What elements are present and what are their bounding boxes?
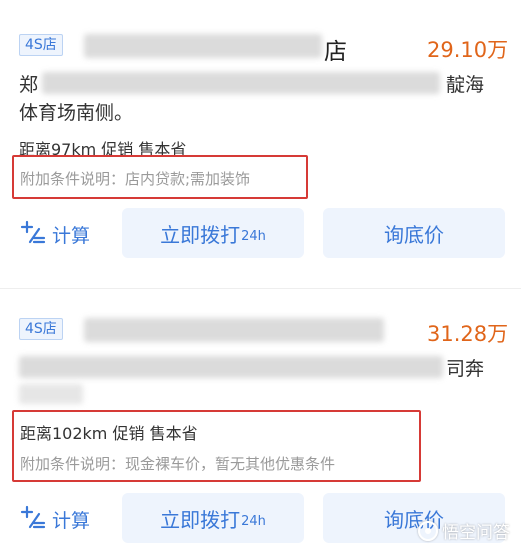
call-now-label: 立即拨打 (160, 222, 241, 247)
price: 31.28万 (427, 322, 509, 346)
plus-minus-icon (20, 505, 46, 534)
distance-promo-info: 距离102km 促销 售本省 (20, 424, 198, 443)
price: 29.10万 (427, 38, 509, 62)
call-hours-label: 24h (241, 513, 266, 529)
call-now-button[interactable]: 立即拨打 24h (122, 208, 304, 258)
dealer-name-redacted (84, 318, 384, 342)
listing-divider (0, 288, 521, 289)
plus-minus-icon (20, 220, 46, 249)
address-end: 司奔 (446, 358, 485, 380)
dealer-type-badge: 4S店 (19, 34, 63, 56)
inquiry-price-label: 询底价 (384, 222, 444, 247)
call-now-button[interactable]: 立即拨打 24h (122, 493, 304, 543)
address-end: 靛海 (446, 74, 485, 96)
calculate-button[interactable]: 计算 (20, 220, 90, 249)
address-line-2-redacted (19, 384, 83, 404)
condition-note: 附加条件说明：店内贷款;需加装饰 (20, 170, 251, 188)
condition-note: 附加条件说明：现金裸车价，暂无其他优惠条件 (20, 455, 336, 473)
address-redacted (42, 72, 440, 94)
inquiry-price-button[interactable]: 询底价 (323, 208, 505, 258)
calculate-label: 计算 (52, 225, 91, 247)
dealer-type-badge: 4S店 (19, 318, 63, 340)
address-start: 郑 (19, 74, 39, 96)
wukong-logo-icon (418, 520, 438, 541)
address-redacted (19, 356, 443, 378)
address-line-2: 体育场南侧。 (19, 102, 134, 124)
watermark: 悟空问答 (418, 518, 510, 543)
dealer-name-tail: 店 (324, 39, 347, 65)
dealer-name-redacted (84, 34, 322, 58)
watermark-text: 悟空问答 (442, 523, 510, 543)
calculate-button[interactable]: 计算 (20, 505, 90, 534)
call-now-label: 立即拨打 (160, 507, 241, 532)
call-hours-label: 24h (241, 228, 266, 244)
calculate-label: 计算 (52, 510, 91, 532)
